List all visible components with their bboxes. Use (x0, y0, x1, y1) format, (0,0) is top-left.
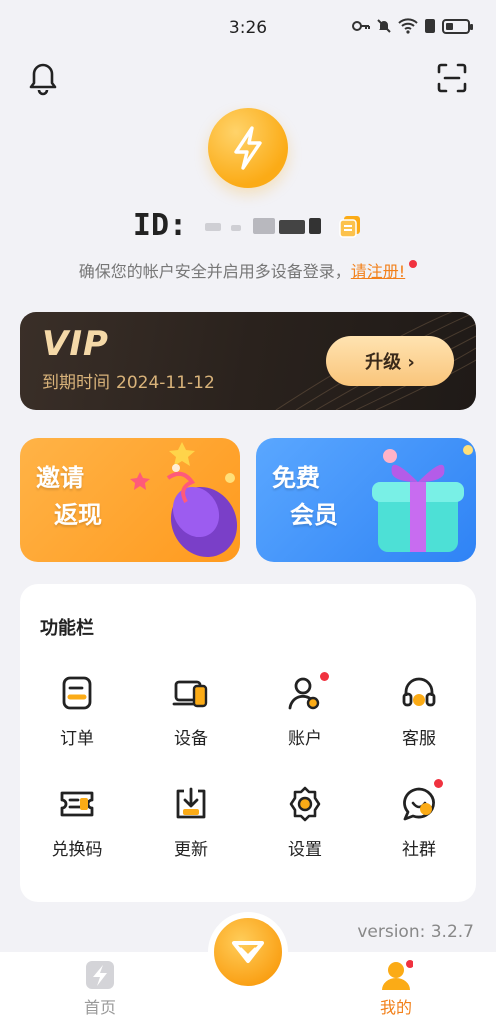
key-icon (352, 21, 370, 31)
account-badge-dot (320, 672, 329, 681)
function-item-label: 客服 (402, 729, 436, 749)
vip-expire: 到期时间 2024-11-12 (42, 368, 215, 393)
app-version: version: 3.2.7 (357, 922, 474, 942)
invite-cashback-banner[interactable]: 邀请 返现 (20, 438, 240, 562)
status-icons (352, 18, 473, 34)
scan-icon[interactable] (436, 62, 468, 94)
battery-icon (442, 18, 473, 34)
community-badge-dot (434, 779, 443, 788)
sim-icon (425, 19, 435, 33)
function-item-update[interactable]: 更新 (134, 785, 248, 860)
nav-me-label: 我的 (379, 998, 412, 1017)
account-icon (288, 677, 320, 710)
register-link[interactable]: 请注册! (351, 262, 405, 281)
order-icon (62, 676, 92, 710)
app-logo (208, 108, 288, 188)
function-item-settings[interactable]: 设置 (248, 785, 362, 860)
upgrade-button-label: 升级 › (365, 352, 415, 373)
function-item-community[interactable]: 社群 (362, 779, 476, 860)
chevron-down-icon (232, 941, 264, 963)
lightning-icon (234, 126, 262, 170)
function-item-label: 订单 (60, 729, 94, 749)
free-membership-banner[interactable]: 免费 会员 (256, 438, 476, 562)
invite-line1: 邀请 (36, 464, 84, 492)
bell-icon[interactable] (28, 62, 58, 96)
profile-icon (382, 960, 413, 990)
function-item-label: 账户 (288, 729, 322, 749)
status-bar: 3:26 (0, 0, 496, 56)
notification-dot (409, 260, 418, 268)
free-banner-label: 免费 会员 (272, 460, 338, 534)
function-item-label: 兑换码 (51, 840, 103, 860)
invite-line2: 返现 (54, 501, 102, 530)
vip-expire-label: 到期时间 (42, 373, 110, 393)
function-item-account[interactable]: 账户 (248, 672, 362, 749)
vip-card[interactable]: VIP 到期时间 2024-11-12 升级 › (20, 312, 476, 410)
vip-expire-date: 2024-11-12 (116, 373, 215, 393)
function-item-redeem[interactable]: 兑换码 (20, 785, 134, 860)
function-item-support[interactable]: 客服 (362, 674, 476, 749)
function-panel-title: 功能栏 (40, 618, 94, 639)
function-grid: 订单 设备 账户 客服 兑换码 更新 设置 社群 (20, 672, 476, 860)
id-value-masked (197, 214, 327, 238)
invite-banner-label: 邀请 返现 (36, 460, 102, 534)
party-popper-icon (130, 442, 238, 558)
free-line1: 免费 (272, 464, 320, 492)
nav-me[interactable]: 我的 (356, 960, 436, 1018)
wifi-icon (398, 18, 418, 34)
register-tip: 确保您的帐户安全并启用多设备登录，请注册! (0, 258, 496, 282)
function-item-label: 社群 (402, 840, 436, 860)
function-panel: 功能栏 订单 设备 账户 客服 兑换码 更新 设置 社群 (20, 584, 476, 902)
support-icon (402, 677, 436, 707)
id-label: ID: (132, 208, 188, 243)
community-icon (403, 787, 435, 821)
redeem-icon (60, 791, 94, 817)
upgrade-button[interactable]: 升级 › (326, 336, 454, 386)
free-line2: 会员 (290, 501, 338, 530)
function-item-label: 设备 (174, 729, 208, 749)
register-tip-text: 确保您的帐户安全并启用多设备登录， (78, 262, 351, 281)
home-lightning-icon (86, 961, 114, 989)
settings-icon (289, 786, 321, 822)
nav-home-label: 首页 (83, 998, 116, 1017)
function-item-label: 更新 (174, 840, 208, 860)
center-connect-button[interactable] (208, 912, 288, 992)
user-id-row: ID: (0, 208, 496, 243)
device-icon (172, 680, 208, 708)
function-item-label: 设置 (288, 840, 322, 860)
copy-icon[interactable] (337, 213, 363, 239)
function-item-devices[interactable]: 设备 (134, 674, 248, 749)
vip-title: VIP (42, 324, 109, 364)
mute-icon (377, 19, 391, 33)
function-item-orders[interactable]: 订单 (20, 674, 134, 749)
nav-home[interactable]: 首页 (60, 960, 140, 1018)
gift-box-icon (372, 445, 473, 552)
update-icon (176, 787, 206, 819)
